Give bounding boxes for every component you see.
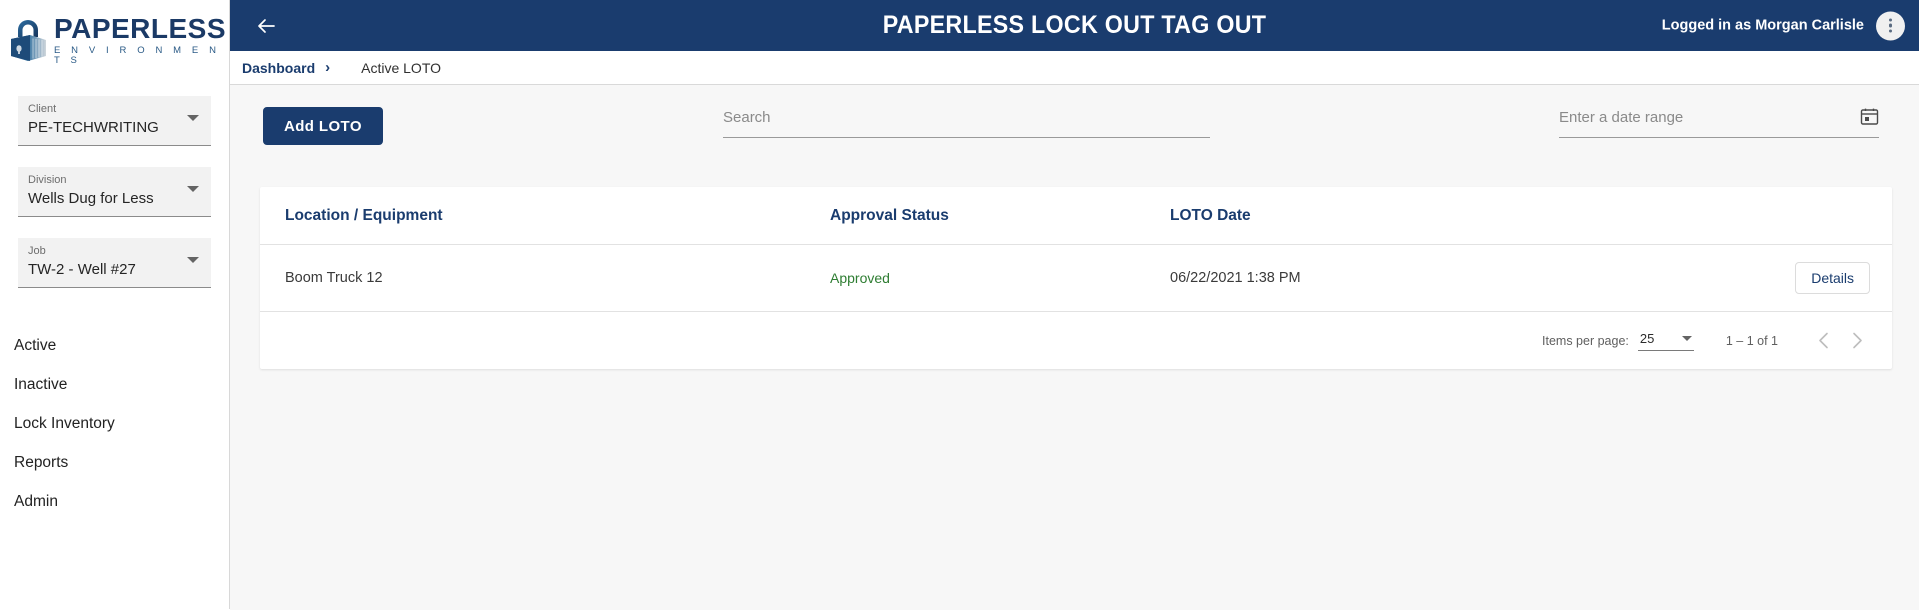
job-select[interactable]: Job TW-2 - Well #27 (18, 238, 211, 288)
cell-loto-date: 06/22/2021 1:38 PM (1170, 244, 1650, 312)
sidebar-item-active[interactable]: Active (0, 326, 229, 365)
division-select-label: Division (28, 174, 67, 186)
job-select-value: TW-2 - Well #27 (28, 261, 136, 278)
items-per-page-value: 25 (1639, 330, 1655, 346)
table-header-row: Location / Equipment Approval Status LOT… (260, 187, 1892, 245)
client-select-label: Client (28, 103, 57, 115)
items-per-page-select[interactable]: 25 (1637, 330, 1694, 351)
job-select-label: Job (28, 245, 46, 257)
cell-actions: Details (1650, 244, 1892, 312)
brand-tagline: E N V I R O N M E N T S (54, 45, 221, 66)
cell-approval-status: Approved (830, 244, 1170, 312)
brand-logo[interactable]: PAPERLESS E N V I R O N M E N T S (0, 0, 229, 66)
chevron-down-icon (187, 115, 199, 121)
chevron-down-icon (1681, 335, 1692, 341)
chevron-down-icon (187, 186, 199, 192)
breadcrumb-current: Active LOTO (361, 59, 442, 76)
sidebar-item-admin[interactable]: Admin (0, 482, 229, 521)
sidebar-item-label: Active (14, 336, 57, 354)
client-select-value: PE-TECHWRITING (28, 119, 159, 136)
loto-table-card: Location / Equipment Approval Status LOT… (260, 187, 1892, 369)
sidebar-item-label: Admin (14, 492, 58, 510)
sidebar-item-label: Inactive (14, 375, 68, 393)
padlock-icon (6, 16, 50, 64)
sidebar-item-label: Reports (14, 453, 69, 471)
app-root: PAPERLESS E N V I R O N M E N T S Client… (0, 0, 1919, 610)
content-area: Add LOTO Search Enter a date range Locat… (230, 85, 1919, 610)
app-header: PAPERLESS LOCK OUT TAG OUT Logged in as … (230, 0, 1919, 51)
add-loto-button[interactable]: Add LOTO (263, 107, 383, 145)
sidebar-nav: Active Inactive Lock Inventory Reports A… (0, 326, 229, 521)
items-per-page-label: Items per page: (1542, 333, 1629, 348)
table-body: Boom Truck 12 Approved 06/22/2021 1:38 P… (260, 244, 1892, 312)
arrow-left-icon[interactable] (254, 14, 278, 38)
division-select-value: Wells Dug for Less (28, 190, 154, 207)
chevron-right-icon: › (325, 59, 331, 76)
sidebar: PAPERLESS E N V I R O N M E N T S Client… (0, 0, 230, 609)
more-vertical-icon[interactable] (1876, 11, 1905, 40)
client-select[interactable]: Client PE-TECHWRITING (18, 96, 211, 146)
page-title: PAPERLESS LOCK OUT TAG OUT (882, 11, 1267, 39)
breadcrumb: Dashboard › Active LOTO (230, 51, 1919, 85)
cell-location: Boom Truck 12 (260, 244, 830, 312)
logged-in-label: Logged in as Morgan Carlisle (1661, 17, 1864, 34)
search-field[interactable] (723, 109, 1210, 138)
loto-table: Location / Equipment Approval Status LOT… (260, 187, 1892, 312)
table-header: Location / Equipment Approval Status LOT… (260, 187, 1892, 245)
header-user-area: Logged in as Morgan Carlisle (1662, 11, 1905, 40)
table-row[interactable]: Boom Truck 12 Approved 06/22/2021 1:38 P… (260, 244, 1892, 312)
brand-name: PAPERLESS (54, 13, 227, 44)
status-badge: Approved (830, 269, 890, 286)
chevron-right-icon[interactable] (1840, 324, 1874, 358)
chevron-down-icon (187, 257, 199, 263)
sidebar-item-label: Lock Inventory (14, 414, 115, 432)
main-area: PAPERLESS LOCK OUT TAG OUT Logged in as … (230, 0, 1919, 610)
paginator: Items per page: 25 1 – 1 of 1 (260, 312, 1892, 369)
toolbar: Add LOTO (230, 85, 1919, 147)
column-header-actions (1650, 187, 1892, 245)
chevron-left-icon[interactable] (1806, 324, 1840, 358)
search-input[interactable] (723, 109, 1210, 130)
sidebar-item-reports[interactable]: Reports (0, 443, 229, 482)
sidebar-item-lock-inventory[interactable]: Lock Inventory (0, 404, 229, 443)
column-header-location: Location / Equipment (260, 187, 830, 245)
division-select[interactable]: Division Wells Dug for Less (18, 167, 211, 217)
pagination-range: 1 – 1 of 1 (1725, 333, 1778, 348)
breadcrumb-dashboard[interactable]: Dashboard (242, 60, 315, 76)
details-button[interactable]: Details (1795, 262, 1870, 294)
sidebar-item-inactive[interactable]: Inactive (0, 365, 229, 404)
date-range-input[interactable] (1559, 109, 1879, 130)
calendar-icon[interactable] (1860, 107, 1879, 126)
date-range-field[interactable] (1559, 107, 1879, 138)
column-header-approval-status: Approval Status (830, 187, 1170, 245)
column-header-loto-date: LOTO Date (1170, 187, 1650, 245)
